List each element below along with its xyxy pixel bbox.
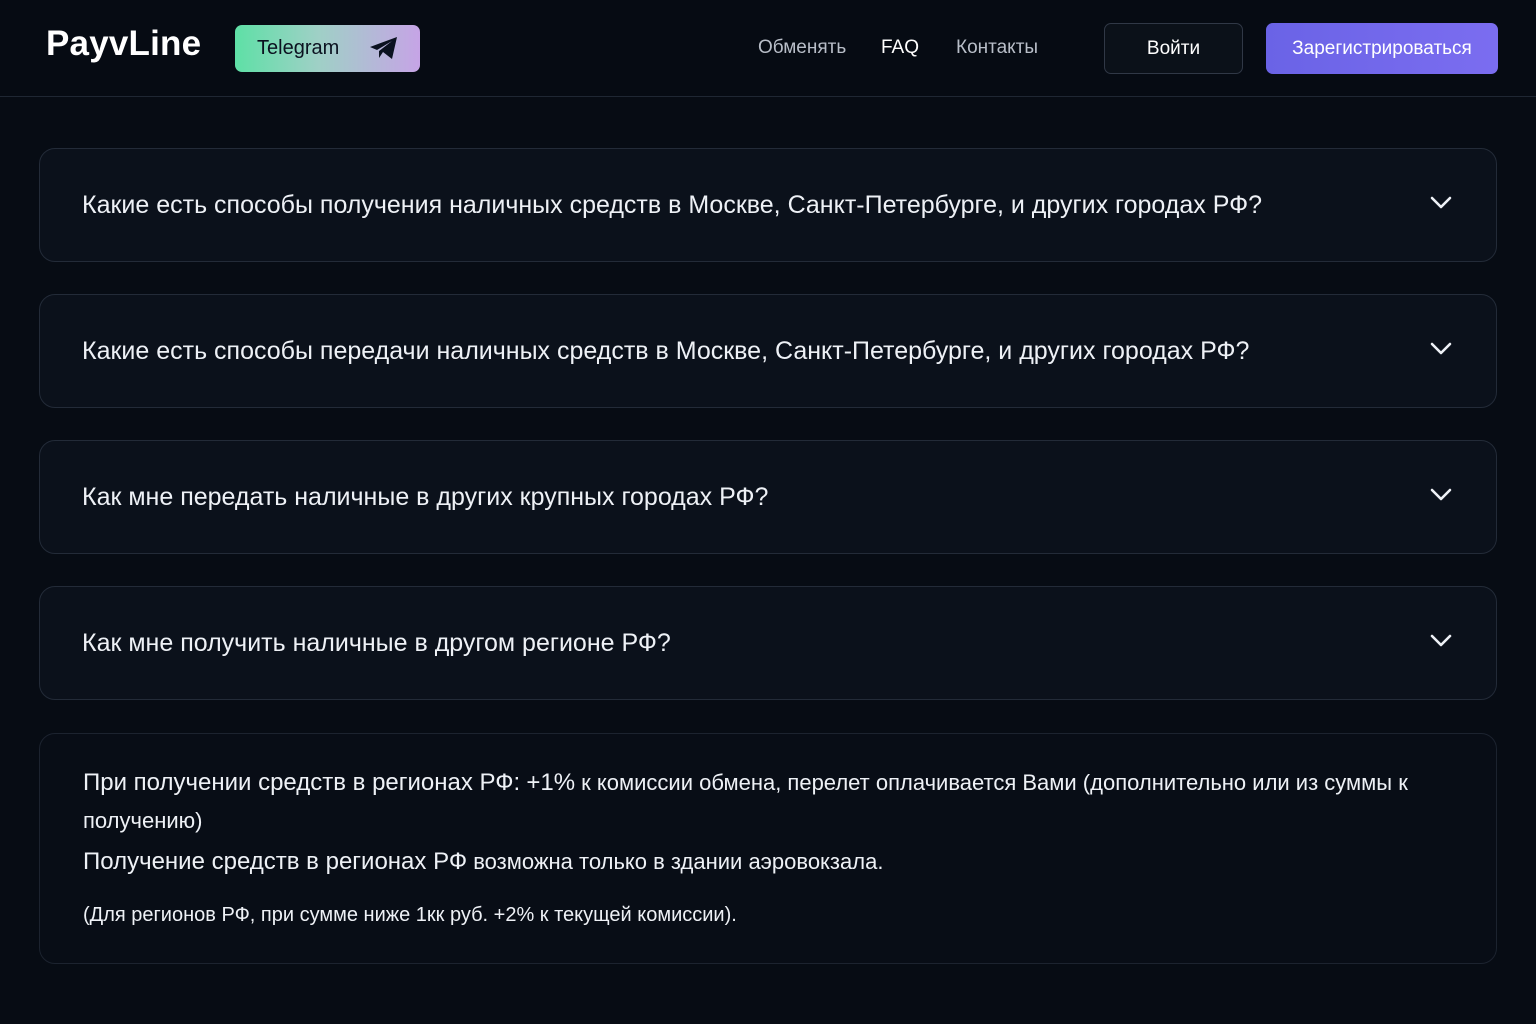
regions-info-panel: При получении средств в регионах РФ: +1%…	[39, 733, 1497, 964]
info-lead: При получении средств в регионах РФ:	[83, 769, 521, 796]
chevron-down-icon	[1430, 342, 1452, 355]
info-percent: +1%	[526, 769, 576, 796]
brand-logo[interactable]: PayvLine	[46, 24, 201, 64]
telegram-button[interactable]: Telegram	[235, 25, 420, 72]
faq-question: Какие есть способы получения наличных ср…	[82, 191, 1263, 219]
top-header: PayvLine Telegram Обменять FAQ Контакты …	[0, 0, 1536, 97]
info-paragraph-commission: При получении средств в регионах РФ: +1%…	[83, 764, 1443, 840]
faq-item[interactable]: Какие есть способы передачи наличных сре…	[39, 294, 1497, 408]
paper-plane-icon	[370, 37, 397, 59]
chevron-down-icon	[1430, 196, 1452, 209]
nav-link-exchange[interactable]: Обменять	[758, 37, 846, 59]
info-paragraph-airport: Получение средств в регионах РФ возможна…	[83, 848, 883, 876]
info-paragraph-note: (Для регионов РФ, при сумме ниже 1кк руб…	[83, 904, 737, 926]
register-button[interactable]: Зарегистрироваться	[1266, 23, 1498, 74]
faq-item[interactable]: Как мне передать наличные в других крупн…	[39, 440, 1497, 554]
telegram-label: Telegram	[257, 37, 340, 59]
login-button[interactable]: Войти	[1104, 23, 1243, 74]
faq-item[interactable]: Какие есть способы получения наличных ср…	[39, 148, 1497, 262]
faq-item[interactable]: Как мне получить наличные в другом регио…	[39, 586, 1497, 700]
info-text: возможна только в здании аэровокзала.	[473, 849, 884, 874]
nav-link-contacts[interactable]: Контакты	[956, 37, 1038, 59]
faq-question: Как мне передать наличные в других крупн…	[82, 483, 769, 511]
info-lead: Получение средств в регионах РФ	[83, 848, 468, 875]
faq-question: Какие есть способы передачи наличных сре…	[82, 337, 1250, 365]
nav-link-faq[interactable]: FAQ	[881, 37, 919, 59]
chevron-down-icon	[1430, 634, 1452, 647]
faq-question: Как мне получить наличные в другом регио…	[82, 629, 671, 657]
chevron-down-icon	[1430, 488, 1452, 501]
